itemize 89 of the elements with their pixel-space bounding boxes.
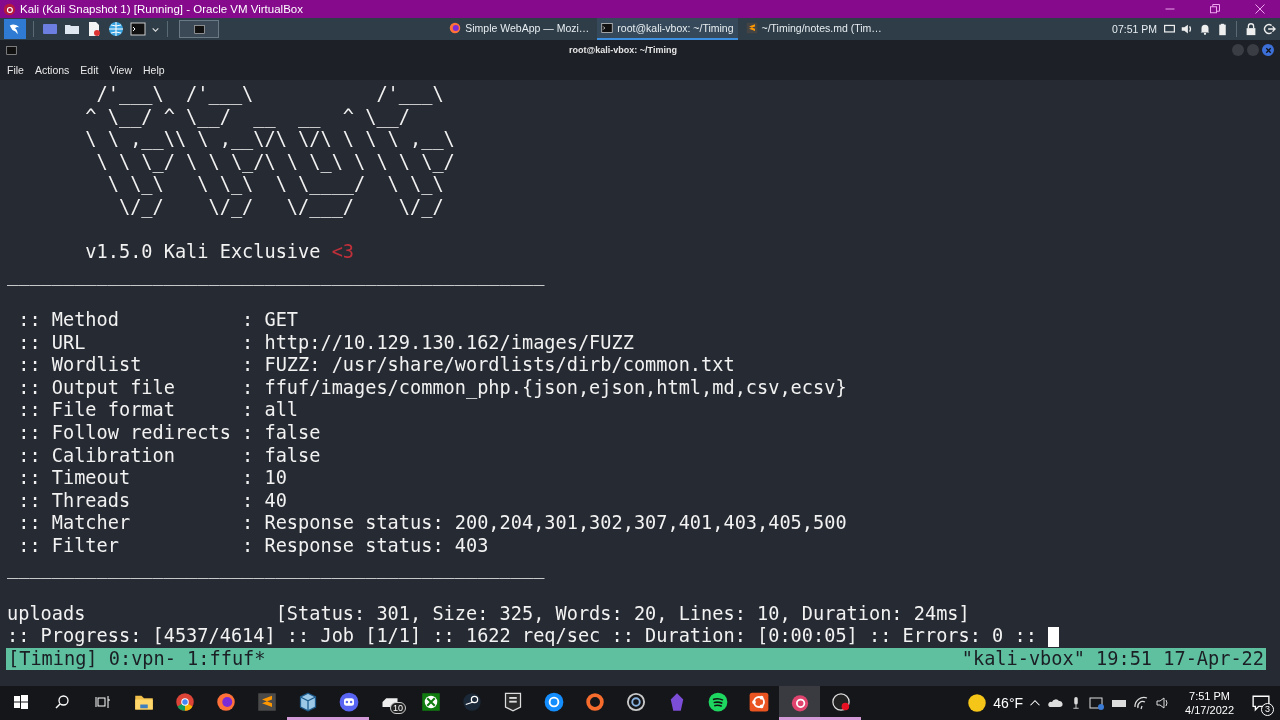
rule-line: ________________________________________________ [7, 557, 546, 581]
terminal-icon [193, 23, 205, 35]
terminal-button[interactable] [129, 20, 147, 38]
cursor [1047, 626, 1059, 647]
option-line: :: Timeout : 10 [17, 467, 288, 490]
volume-icon[interactable] [1180, 22, 1194, 36]
window-title: Kali (Kali Snapshot 1) [Running] - Oracle VM VirtualBox [20, 3, 304, 15]
option-line: :: Method : GET [17, 308, 300, 332]
circle-of-friends-icon [748, 691, 769, 712]
logout-icon[interactable] [1262, 22, 1276, 36]
sun-icon [967, 693, 988, 713]
taskbar-app-button[interactable] [779, 686, 820, 720]
taskbar-clock[interactable]: 7:51 PM 4/17/2022 [1185, 689, 1234, 717]
swirl-icon [543, 691, 564, 712]
vbox-logo-icon [3, 2, 16, 16]
ascii-banner-line: \ \ \_/ \ \ \_/\ \ \_\ \ \ \ \_/ [95, 150, 456, 174]
ascii-banner-line: /'___\ /'___\ /'___\ [95, 83, 445, 106]
wifi-icon[interactable] [1133, 695, 1150, 711]
display-icon[interactable] [1163, 22, 1176, 36]
terminal-icon [130, 21, 146, 37]
windows-icon [12, 693, 29, 710]
spiral-icon [625, 691, 646, 712]
bell-icon[interactable] [1198, 22, 1212, 36]
option-line: :: Follow redirects : false [17, 421, 322, 445]
window-button[interactable] [179, 20, 219, 38]
taskbar-app-button[interactable]: 10 [369, 686, 410, 720]
menu-item[interactable]: Help [143, 64, 165, 76]
x-tile-icon [420, 691, 441, 712]
ascii-banner-line: \/_/ \/_/ \/___/ \/_/ [117, 195, 445, 219]
option-line: :: Threads : 40 [17, 489, 288, 513]
option-line: :: URL : http://10.129.130.162/images/FUZZ [17, 331, 635, 355]
round-logo-icon [174, 691, 195, 712]
weather-text: 46°F [993, 695, 1024, 711]
close-icon [1264, 46, 1272, 54]
search-icon [53, 693, 70, 710]
terminal-icon [601, 22, 614, 34]
chat-face-icon [338, 691, 359, 712]
s-tile-icon [256, 691, 277, 712]
s-tile-icon [745, 22, 758, 34]
steam-icon [461, 691, 482, 712]
message-icon [1252, 694, 1270, 712]
option-line: :: Output file : ffuf/images/common_php.{json,ejson,html,md,csv,ecsv} [17, 376, 848, 400]
count-badge: 10 [390, 702, 406, 714]
notifications-button[interactable]: 3 [1248, 690, 1274, 716]
version-text: v1.5.0 Kali Exclusive [84, 241, 322, 263]
dragon-menu-button[interactable] [4, 19, 26, 39]
shield-tile-icon [502, 691, 523, 712]
task-button[interactable]: Simple WebApp — Mozi… [445, 18, 594, 40]
close-icon [1253, 3, 1266, 15]
screen-icon[interactable] [1089, 695, 1106, 711]
task-button[interactable]: root@kali-vbox: ~/Timing [597, 18, 738, 40]
tmux-host-time: "kali-vbox" 19:51 17-Apr-22 [961, 647, 1264, 671]
terminal-icon [6, 44, 17, 56]
browser-button[interactable] [107, 20, 125, 38]
notification-count: 3 [1261, 703, 1274, 716]
ascii-banner-line: ^ \__/ ^ \__/ __ __ ^ \__/ [84, 105, 411, 129]
ascii-banner-line: \ \_\ \ \_\ \ \____/ \ \_\ [106, 173, 445, 196]
option-line: :: Calibration : false [17, 444, 322, 468]
result-line: uploads [Status: 301, Size: 325, Words: 20, Lines: 10, Duration: 24ms] [7, 602, 971, 626]
close-button[interactable] [1262, 44, 1274, 56]
option-line: :: Matcher : Response status: 200,204,301,302,307,401,403,405,500 [17, 512, 848, 535]
menu-item[interactable]: File [7, 64, 24, 76]
task-view-icon [94, 693, 111, 710]
menu-item[interactable]: Actions [34, 64, 70, 76]
menu-item[interactable]: Edit [80, 64, 99, 76]
fox-globe-icon [215, 691, 236, 712]
lock-icon[interactable] [1244, 22, 1258, 36]
panel-clock: 07:51 PM [1112, 23, 1157, 35]
fox-globe-icon [449, 22, 462, 34]
sound-bars-icon [707, 691, 728, 712]
rule-line: ________________________________________________ [7, 263, 546, 287]
restore-icon [1208, 3, 1221, 15]
terminal-title: root@kali-vbox: ~/Timing [568, 45, 678, 55]
progress-line: :: Progress: [4537/4614] :: Job [1/1] :: 1622 req/sec :: Duration: [0:00:05] :: Errors: 0 :: [7, 625, 1037, 647]
option-line: :: Filter : Response status: 403 [17, 534, 490, 558]
document-icon [86, 21, 102, 37]
ascii-banner-line: \ \ ,__\\ \ ,__\/\ \/\ \ \ \ ,__\ [84, 128, 456, 151]
tmux-windows: [Timing] 0:vpn- 1:ffuf* [8, 647, 266, 671]
cube-icon [297, 691, 318, 712]
task-button[interactable]: ~/Timing/notes.md (Tim… [741, 18, 886, 40]
monitor-icon [42, 21, 58, 37]
globe-icon [108, 21, 124, 37]
menu-item[interactable]: View [109, 64, 133, 76]
option-line: :: Wordlist : FUZZ: /usr/share/wordlists/dirb/common.txt [17, 354, 736, 377]
record-icon [830, 691, 851, 712]
heart-text: <3 [331, 241, 355, 263]
option-line: :: File format : all [17, 399, 300, 422]
battery-icon[interactable] [1216, 22, 1229, 36]
ring-icon [584, 691, 605, 712]
